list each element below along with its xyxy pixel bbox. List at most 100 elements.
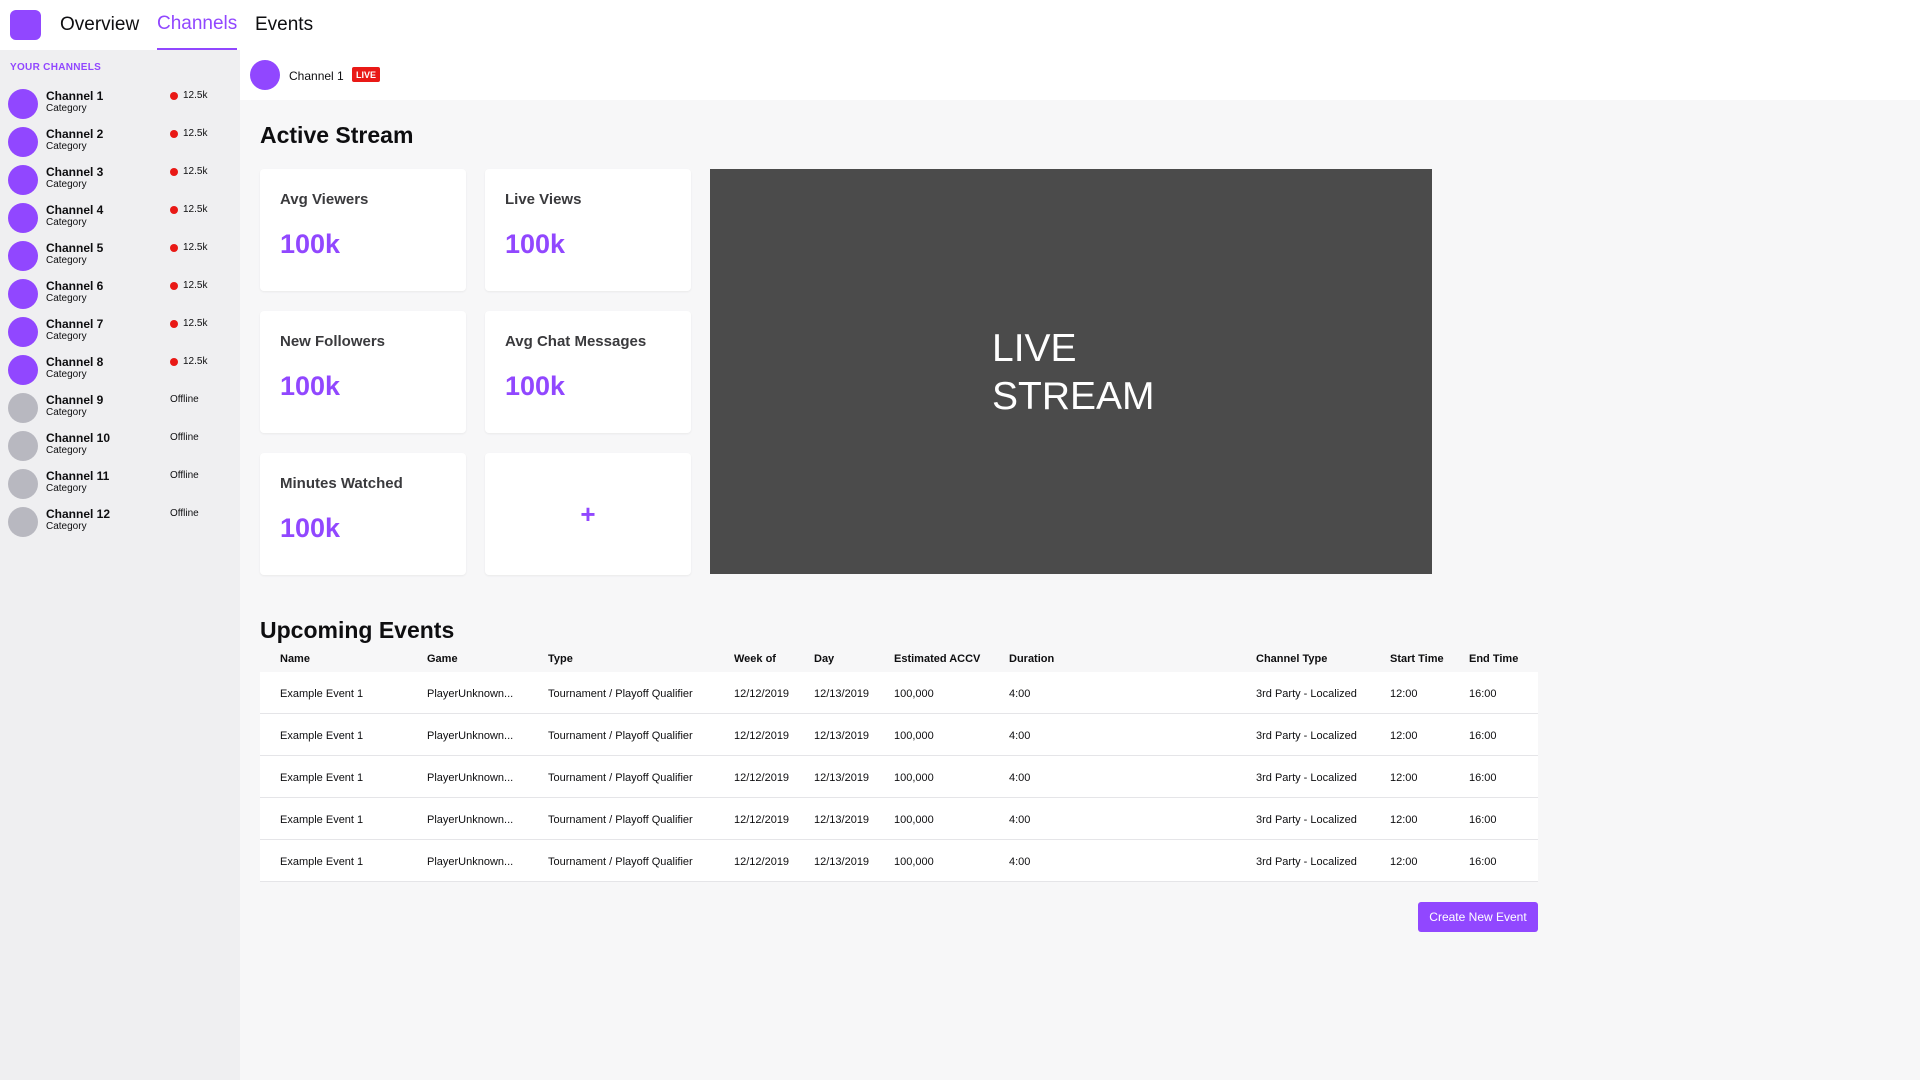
live-badge: LIVE xyxy=(352,67,381,82)
avatar xyxy=(8,317,38,347)
sidebar-channel-item[interactable]: Channel 8 Category 12.5k xyxy=(0,352,240,390)
column-header[interactable]: Duration xyxy=(1009,653,1054,665)
channel-name: Channel 1 xyxy=(289,69,344,83)
table-cell: Tournament / Playoff Qualifier xyxy=(548,730,693,742)
sidebar-channel-item[interactable]: Channel 10 Category Offline xyxy=(0,428,240,466)
stat-value: 100k xyxy=(280,513,341,543)
column-header[interactable]: Week of xyxy=(734,653,776,665)
column-header[interactable]: Name xyxy=(280,653,310,665)
column-header[interactable]: Game xyxy=(427,653,458,665)
add-stat-card-button[interactable]: + xyxy=(485,453,691,575)
sidebar-channel-item[interactable]: Channel 9 Category Offline xyxy=(0,390,240,428)
table-cell: Tournament / Playoff Qualifier xyxy=(548,772,693,784)
table-cell: 4:00 xyxy=(1009,772,1031,784)
sidebar-channel-item[interactable]: Channel 3 Category 12.5k xyxy=(0,162,240,200)
table-cell: 12:00 xyxy=(1390,814,1418,826)
stat-value: 100k xyxy=(280,371,341,401)
sidebar-channel-item[interactable]: Channel 2 Category 12.5k xyxy=(0,124,240,162)
channel-category: Category xyxy=(46,521,87,532)
table-cell: Tournament / Playoff Qualifier xyxy=(548,688,693,700)
live-dot-icon xyxy=(170,130,178,138)
sidebar-channel-item[interactable]: Channel 6 Category 12.5k xyxy=(0,276,240,314)
column-header[interactable]: Type xyxy=(548,653,573,665)
sidebar-channel-item[interactable]: Channel 5 Category 12.5k xyxy=(0,238,240,276)
channel-name: Channel 10 xyxy=(46,431,111,445)
table-row[interactable]: Example Event 1 PlayerUnknown... Tournamen… xyxy=(260,840,1538,882)
table-cell: PlayerUnknown... xyxy=(427,730,514,742)
viewer-count: 12.5k xyxy=(183,356,208,367)
table-cell: 3rd Party - Localized xyxy=(1256,688,1357,700)
sidebar-channel-item[interactable]: Channel 12 Category Offline xyxy=(0,504,240,542)
avatar[interactable] xyxy=(250,60,280,90)
create-new-event-button[interactable]: Create New Event xyxy=(1418,902,1538,932)
table-cell: Example Event 1 xyxy=(280,814,364,826)
table-cell: 100,000 xyxy=(894,772,934,784)
live-dot-icon xyxy=(170,358,178,366)
column-header[interactable]: Estimated ACCV xyxy=(894,653,980,665)
table-cell: 4:00 xyxy=(1009,730,1031,742)
stat-label: Avg Chat Messages xyxy=(505,333,647,350)
table-cell: PlayerUnknown... xyxy=(427,856,514,868)
avatar xyxy=(8,393,38,423)
stat-card-live-views: Live Views 100k xyxy=(485,169,691,291)
table-cell: 16:00 xyxy=(1469,772,1497,784)
sidebar-channel-item[interactable]: Channel 7 Category 12.5k xyxy=(0,314,240,352)
table-cell: 100,000 xyxy=(894,688,934,700)
tab-overview[interactable]: Overview xyxy=(60,0,139,50)
stat-label: Minutes Watched xyxy=(280,475,403,492)
plus-icon: + xyxy=(580,498,596,529)
stat-card-minutes-watched: Minutes Watched 100k xyxy=(260,453,466,575)
tab-channels[interactable]: Channels xyxy=(157,0,238,50)
table-row[interactable]: Example Event 1 PlayerUnknown... Tournamen… xyxy=(260,714,1538,756)
sidebar-channel-item[interactable]: Channel 1 Category 12.5k xyxy=(0,86,240,124)
table-cell: 12:00 xyxy=(1390,688,1418,700)
column-header[interactable]: Start Time xyxy=(1390,653,1444,665)
table-cell: 12:00 xyxy=(1390,856,1418,868)
active-stream-title: Active Stream xyxy=(260,122,414,148)
sidebar: YOUR CHANNELS Channel 1 Category 12.5k Chan… xyxy=(0,50,240,1080)
table-cell: 4:00 xyxy=(1009,814,1031,826)
live-dot-icon xyxy=(170,244,178,252)
table-cell: 12/12/2019 xyxy=(734,814,790,826)
table-cell: 3rd Party - Localized xyxy=(1256,772,1357,784)
channel-category: Category xyxy=(46,369,87,380)
channel-category: Category xyxy=(46,483,87,494)
column-header[interactable]: Channel Type xyxy=(1256,653,1327,665)
tab-events[interactable]: Events xyxy=(255,0,313,50)
stat-value: 100k xyxy=(505,229,566,259)
column-header[interactable]: End Time xyxy=(1469,653,1518,665)
table-cell: Tournament / Playoff Qualifier xyxy=(548,856,693,868)
avatar xyxy=(8,165,38,195)
table-row[interactable]: Example Event 1 PlayerUnknown... Tournamen… xyxy=(260,798,1538,840)
avatar xyxy=(8,89,38,119)
table-cell: Tournament / Playoff Qualifier xyxy=(548,814,693,826)
table-row[interactable]: Example Event 1 PlayerUnknown... Tournamen… xyxy=(260,756,1538,798)
table-cell: 4:00 xyxy=(1009,856,1031,868)
channel-category: Category xyxy=(46,255,87,266)
channel-name: Channel 11 xyxy=(46,469,110,483)
channel-name: Channel 3 xyxy=(46,165,104,179)
channel-category: Category xyxy=(46,407,87,418)
table-cell: PlayerUnknown... xyxy=(427,814,514,826)
avatar xyxy=(8,507,38,537)
sidebar-channel-item[interactable]: Channel 11 Category Offline xyxy=(0,466,240,504)
table-cell: 12:00 xyxy=(1390,730,1418,742)
app-logo-icon[interactable] xyxy=(10,10,41,40)
table-row[interactable]: Example Event 1 PlayerUnknown... Tournamen… xyxy=(260,672,1538,714)
live-stream-player[interactable]: LIVE STREAM xyxy=(710,169,1432,574)
channel-name: Channel 12 xyxy=(46,507,111,521)
table-cell: 16:00 xyxy=(1469,730,1497,742)
offline-status: Offline xyxy=(170,432,199,443)
table-cell: 12/13/2019 xyxy=(814,856,870,868)
channel-category: Category xyxy=(46,331,87,342)
channel-name: Channel 6 xyxy=(46,279,104,293)
table-cell: 12/13/2019 xyxy=(814,814,870,826)
table-cell: PlayerUnknown... xyxy=(427,772,514,784)
stat-label: Avg Viewers xyxy=(280,191,369,208)
sidebar-channel-item[interactable]: Channel 4 Category 12.5k xyxy=(0,200,240,238)
table-cell: 16:00 xyxy=(1469,856,1497,868)
column-header[interactable]: Day xyxy=(814,653,834,665)
offline-status: Offline xyxy=(170,508,199,519)
table-cell: Example Event 1 xyxy=(280,856,364,868)
channel-category: Category xyxy=(46,217,87,228)
